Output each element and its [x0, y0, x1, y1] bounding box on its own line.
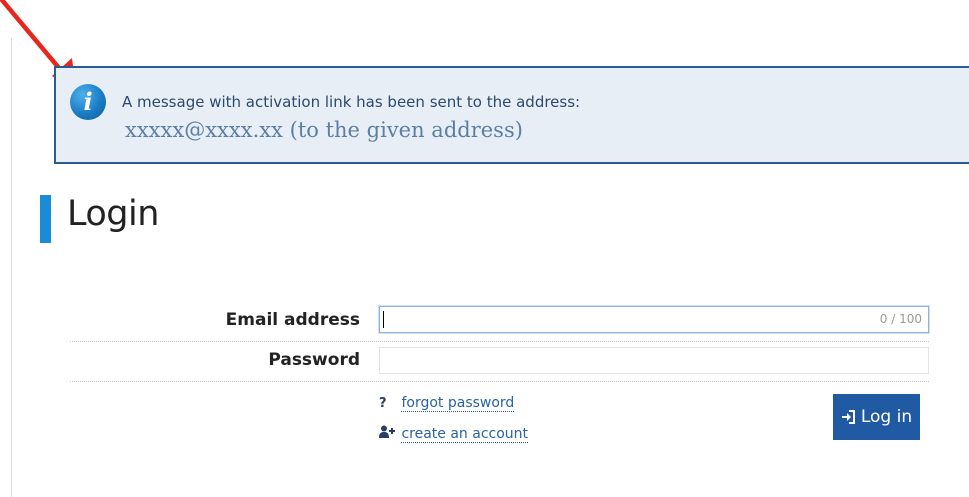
- title-accent-bar: [40, 195, 51, 243]
- page-title: Login: [67, 194, 159, 234]
- add-user-icon: [379, 425, 397, 442]
- email-field[interactable]: 0 / 100: [379, 306, 929, 333]
- notice-message: A message with activation link has been …: [122, 93, 581, 111]
- create-account-row: create an account: [379, 425, 529, 443]
- email-char-counter: 0 / 100: [879, 312, 922, 326]
- question-icon: ?: [379, 396, 387, 411]
- create-account-link[interactable]: create an account: [401, 426, 529, 443]
- forgot-password-row: ? forgot password: [379, 395, 515, 412]
- left-border: [11, 38, 12, 497]
- password-field[interactable]: [379, 347, 929, 374]
- activation-notice: i A message with activation link has bee…: [54, 66, 969, 164]
- login-button[interactable]: Log in: [833, 394, 920, 440]
- login-button-label: Log in: [860, 407, 913, 427]
- text-caret: [383, 311, 384, 328]
- row-separator: [70, 341, 929, 342]
- notice-address: xxxxx@xxxx.xx (to the given address): [125, 118, 523, 142]
- password-label: Password: [268, 350, 360, 370]
- sign-in-icon: [841, 410, 855, 424]
- row-separator: [70, 381, 929, 382]
- forgot-password-link[interactable]: forgot password: [401, 395, 515, 412]
- info-icon: i: [70, 84, 106, 120]
- email-label: Email address: [225, 310, 360, 330]
